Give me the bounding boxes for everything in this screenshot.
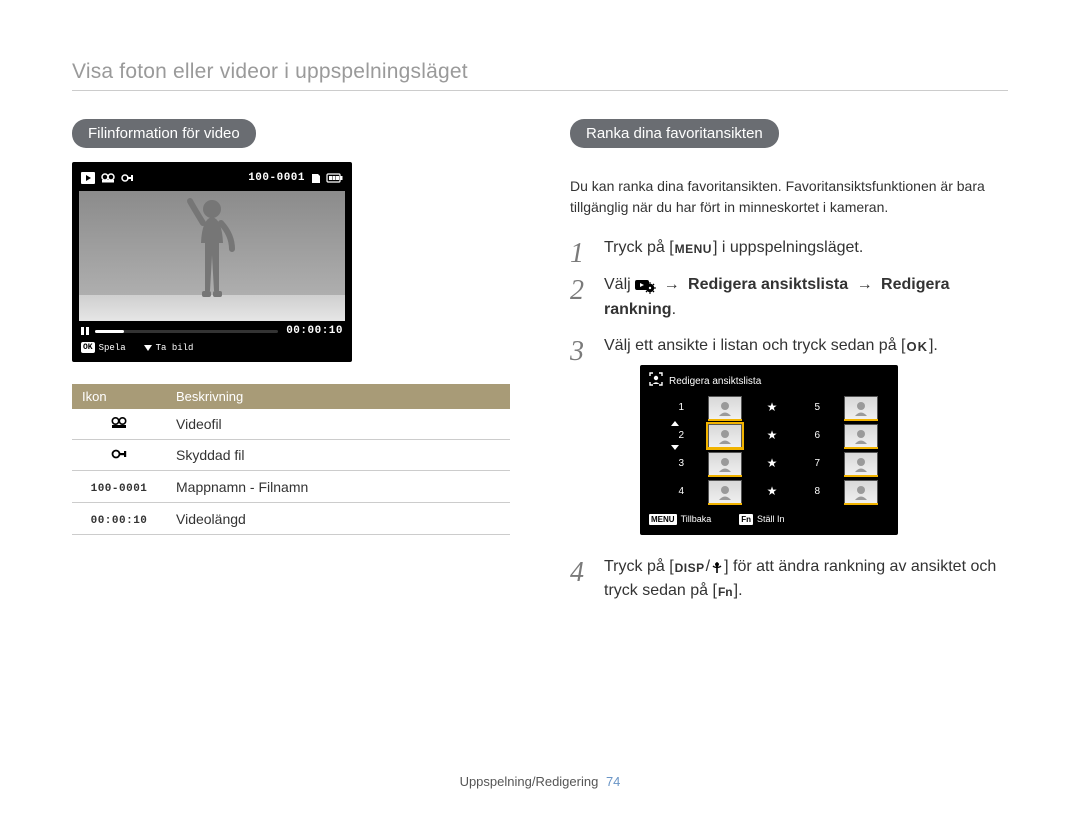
table-cell-desc: Mappnamn - Filnamn: [166, 471, 510, 503]
table-header-desc: Beskrivning: [166, 384, 510, 409]
face-rank-number: 7: [802, 456, 820, 472]
section-pill-rank-faces: Ranka dina favoritansikten: [570, 119, 779, 148]
face-thumbnail: [844, 424, 878, 448]
step3-text-a: Välj ett ansikte i listan och tryck seda…: [604, 337, 905, 354]
camera-lcd-preview: 100-0001: [72, 162, 352, 362]
disp-button-icon: DISP: [674, 559, 706, 578]
star-icon: ★: [766, 398, 778, 417]
step1-text-a: Tryck på [: [604, 239, 674, 256]
playback-settings-icon: [635, 278, 655, 292]
lock-icon: [111, 447, 127, 463]
lcd-time-label: 00:00:10: [286, 325, 343, 337]
table-row: 100-0001 Mappnamn - Filnamn: [72, 471, 510, 503]
face-rank-number-selected: 2: [666, 428, 684, 444]
face-thumbnail: [844, 396, 878, 420]
step2-period: .: [672, 301, 676, 318]
ok-button-icon: OK: [905, 337, 929, 357]
footer-page-number: 74: [606, 774, 620, 789]
section-pill-video-info: Filinformation för video: [72, 119, 256, 148]
arrow-icon: →: [857, 276, 873, 293]
step4-text-c: ].: [734, 582, 743, 599]
face-rank-number: 8: [802, 484, 820, 500]
intro-text: Du kan ranka dina favoritansikten. Favor…: [570, 176, 1008, 218]
icon-description-table: Ikon Beskrivning Videofil: [72, 384, 510, 535]
star-icon: ★: [766, 426, 778, 445]
step3-text-b: ].: [929, 337, 938, 354]
menu-button-icon: MENU: [649, 514, 677, 525]
step2-text-a: Välj: [604, 276, 635, 293]
table-cell-desc: Videolängd: [166, 503, 510, 535]
lcd-capture-label: Ta bild: [156, 343, 194, 353]
step1-text-b: ] i uppspelningsläget.: [713, 239, 863, 256]
mini-lcd-title: Redigera ansiktslista: [669, 374, 761, 390]
steps-list: Tryck på [MENU] i uppspelningsläget. Väl…: [570, 236, 1008, 604]
face-thumbnail: [708, 396, 742, 420]
step-4: Tryck på [DISP/ ] för att ändra rankning…: [570, 555, 1008, 605]
page-title: Visa foton eller videor i uppspelningslä…: [72, 60, 1008, 91]
video-file-icon: [101, 173, 115, 183]
face-thumbnail-selected: [708, 424, 742, 448]
table-cell-desc: Skyddad fil: [166, 440, 510, 471]
memory-card-icon: [311, 172, 321, 184]
battery-icon: [327, 173, 343, 183]
star-icon: ★: [766, 454, 778, 473]
face-rank-number: 1: [666, 400, 684, 416]
progress-bar: [95, 330, 278, 333]
pause-icon: [81, 327, 89, 335]
lcd-video-thumbnail: [79, 191, 345, 321]
lcd-play-label: Spela: [99, 343, 126, 353]
menu-button-icon: MENU: [674, 240, 713, 259]
table-row: Videofil: [72, 409, 510, 440]
table-row: Skyddad fil: [72, 440, 510, 471]
face-rank-number: 6: [802, 428, 820, 444]
face-thumbnail: [708, 452, 742, 476]
silhouette-boy-icon: [182, 195, 242, 309]
video-file-icon: [111, 416, 127, 432]
face-thumbnail: [844, 480, 878, 504]
fn-button-icon: Fn: [739, 514, 753, 525]
face-thumbnail: [844, 452, 878, 476]
footer-section-label: Uppspelning/Redigering: [460, 774, 599, 789]
time-sample-icon: 00:00:10: [91, 515, 148, 527]
page-footer: Uppspelning/Redigering 74: [0, 774, 1080, 789]
mini-lcd-set-label: Ställ In: [757, 513, 785, 527]
filename-sample-icon: 100-0001: [91, 483, 148, 495]
star-icon: ★: [766, 482, 778, 501]
step-3: Välj ett ansikte i listan och tryck seda…: [570, 334, 1008, 534]
step2-bold-1: Redigera ansiktslista: [688, 276, 848, 293]
ok-button-icon: OK: [81, 342, 95, 353]
face-rank-number: 5: [802, 400, 820, 416]
table-row: 00:00:10 Videolängd: [72, 503, 510, 535]
down-arrow-icon: [144, 345, 152, 351]
face-thumbnail: [708, 480, 742, 504]
step4-text-a: Tryck på [: [604, 558, 674, 575]
table-header-icon: Ikon: [72, 384, 166, 409]
lock-icon: [121, 172, 133, 184]
step-2: Välj → Redigera ansiktslista → Redigera …: [570, 273, 1008, 323]
lcd-filename-label: 100-0001: [248, 172, 305, 184]
face-detect-icon: [649, 372, 663, 392]
table-cell-desc: Videofil: [166, 409, 510, 440]
play-indicator-icon: [81, 172, 95, 184]
fn-button-icon: Fn: [717, 583, 734, 602]
macro-button-icon: [710, 560, 724, 574]
face-rank-number: 3: [666, 456, 684, 472]
face-list-lcd-preview: Redigera ansiktslista 1 ★ 5 2 ★ 6: [640, 365, 898, 534]
step-1: Tryck på [MENU] i uppspelningsläget.: [570, 236, 1008, 261]
face-rank-number: 4: [666, 484, 684, 500]
mini-lcd-back-label: Tillbaka: [681, 513, 712, 527]
arrow-icon: →: [664, 276, 680, 293]
